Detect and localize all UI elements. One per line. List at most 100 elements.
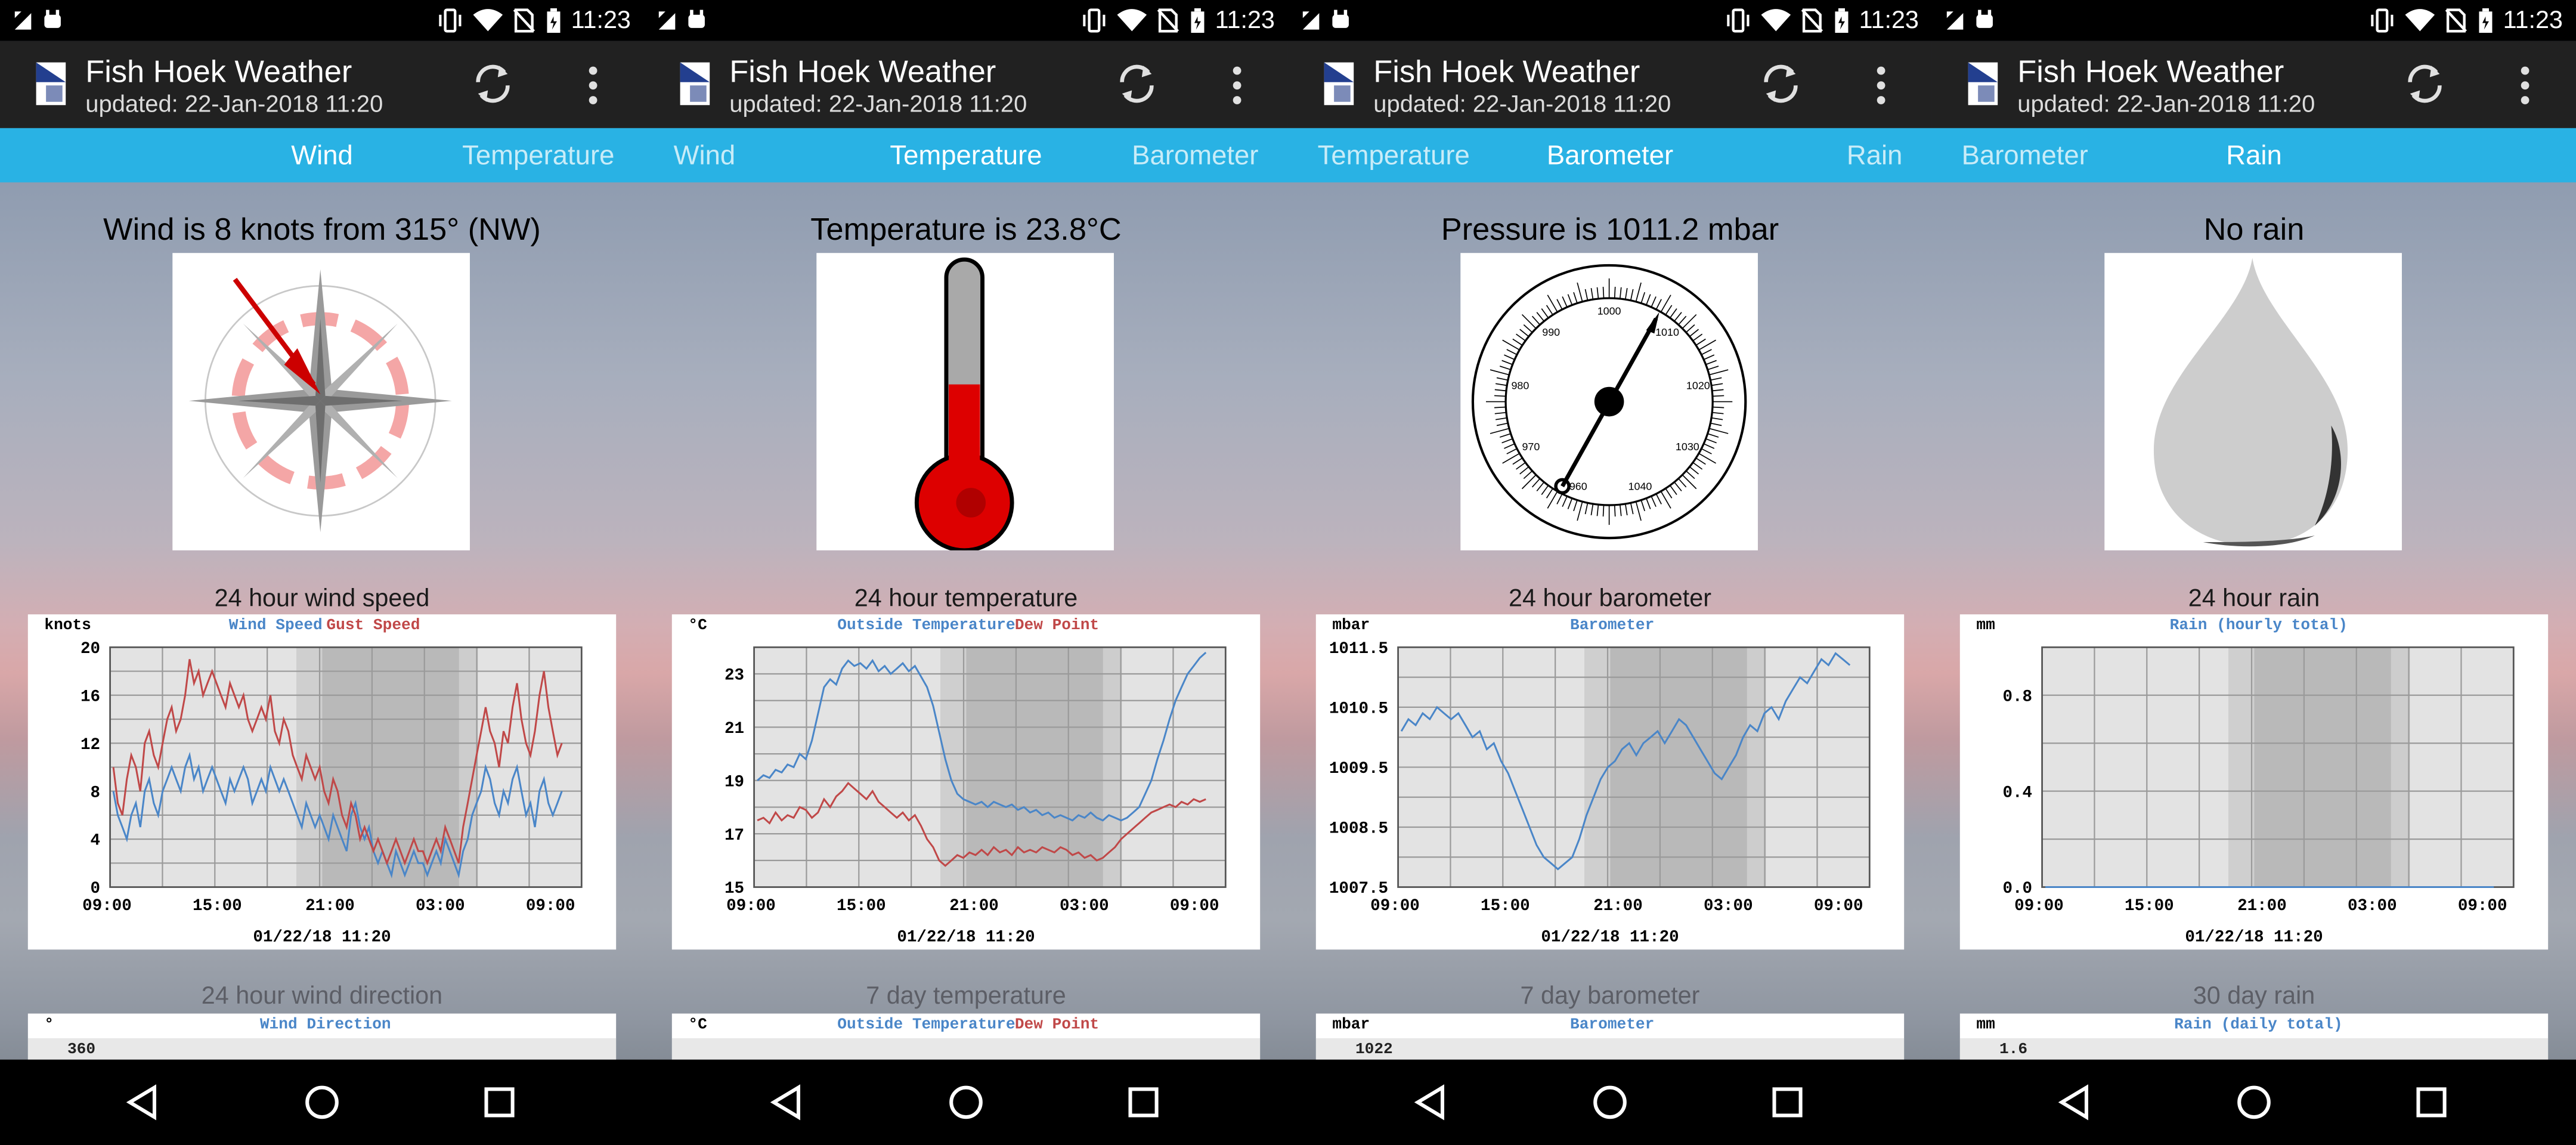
x-tick-label: 15:00 xyxy=(1481,897,1530,915)
back-icon[interactable] xyxy=(1410,1081,1453,1124)
y-tick-label: 8 xyxy=(91,784,101,802)
x-tick-label: 09:00 xyxy=(82,897,132,915)
clock: 11:23 xyxy=(1859,7,1919,35)
status-bar: 11:23 xyxy=(0,0,644,41)
raindrop-icon xyxy=(2153,258,2348,547)
y-tick-label: 1010.5 xyxy=(1329,700,1388,719)
x-tick-label: 21:00 xyxy=(949,897,999,915)
chart-caption: 24 hour temperature xyxy=(854,584,1078,613)
y-tick-label: 1007.5 xyxy=(1329,880,1388,898)
second-chart-caption: 24 hour wind direction xyxy=(201,982,443,1011)
legend-entry: Outside Temperature xyxy=(837,1015,1015,1033)
android-icon xyxy=(44,10,61,28)
second-chart-caption: 7 day temperature xyxy=(866,982,1066,1011)
gauge-tick xyxy=(1494,406,1506,409)
x-tick-label: 21:00 xyxy=(1593,897,1643,915)
x-axis-label: 01/22/18 11:20 xyxy=(897,928,1035,946)
y-tick-label: 1011.5 xyxy=(1329,640,1388,658)
x-axis-label: 01/22/18 11:20 xyxy=(2185,928,2323,946)
notification-icon xyxy=(1302,11,1320,30)
app-logo-icon xyxy=(1324,62,1354,106)
barometer-image: 1000 1010 1020 1030 1040 990 980 970 960 xyxy=(1460,253,1758,550)
gauge-tick xyxy=(1602,286,1605,299)
tab-right[interactable]: Temperature xyxy=(462,141,614,171)
back-icon[interactable] xyxy=(122,1081,165,1124)
home-icon[interactable] xyxy=(2233,1081,2275,1124)
refresh-icon[interactable] xyxy=(1116,63,1159,106)
chart-24h-wind: 0 4 8 12 16 20 09:00 15:00 21:00 03:00 09:00 knots W… xyxy=(27,614,617,950)
battery-icon xyxy=(546,8,560,33)
x-tick-label: 03:00 xyxy=(1060,897,1109,915)
recents-icon[interactable] xyxy=(2410,1081,2453,1124)
current-reading: Temperature is 23.8°C xyxy=(810,213,1122,248)
legend-entry: Dew Point xyxy=(1015,616,1099,634)
unit-label: °C xyxy=(688,616,707,634)
tab-right[interactable]: Rain xyxy=(1847,141,1903,171)
gauge-label: 1040 xyxy=(1628,480,1652,492)
recents-icon[interactable] xyxy=(1122,1081,1165,1124)
y-tick-label: 19 xyxy=(724,773,744,791)
chart-caption: 24 hour rain xyxy=(2188,584,2320,613)
app-logo-icon xyxy=(680,62,710,106)
refresh-icon[interactable] xyxy=(2404,63,2447,106)
barometer-gauge-icon: 1000 1010 1020 1030 1040 990 980 970 960 xyxy=(1471,264,1747,540)
more-options-icon[interactable] xyxy=(583,64,603,107)
legend-entry: Barometer xyxy=(1570,616,1654,634)
battery-icon xyxy=(2478,8,2492,33)
tab-active[interactable]: Rain xyxy=(1932,141,2576,171)
y-tick-label: 1008.5 xyxy=(1329,820,1388,838)
strip-plot-area xyxy=(1315,1038,1905,1060)
legend-entry: Dew Point xyxy=(1015,1015,1099,1033)
x-tick-label: 03:00 xyxy=(1704,897,1753,915)
recents-icon[interactable] xyxy=(1766,1081,1809,1124)
more-options-icon[interactable] xyxy=(1227,64,1247,107)
dawn-band xyxy=(2391,647,2410,887)
y-tick-label: 1.6 xyxy=(1999,1040,2027,1058)
home-icon[interactable] xyxy=(945,1081,987,1124)
no-sim-icon xyxy=(2444,8,2466,33)
y-tick-label: 1022 xyxy=(1355,1040,1393,1058)
android-icon xyxy=(688,10,705,28)
x-tick-label: 09:00 xyxy=(1370,897,1420,915)
compass-rose-icon xyxy=(188,269,452,533)
no-sim-icon xyxy=(1156,8,1178,33)
gauge-label: 1020 xyxy=(1686,380,1710,392)
y-tick-label: 0 xyxy=(91,880,101,898)
app-bar: Fish Hoek Weather updated: 22-Jan-2018 1… xyxy=(0,41,644,128)
back-icon[interactable] xyxy=(766,1081,809,1124)
more-options-icon[interactable] xyxy=(2515,64,2535,107)
strip-plot-area xyxy=(671,1038,1261,1060)
tab-right[interactable]: Barometer xyxy=(1132,141,1258,171)
wifi-icon xyxy=(472,9,502,32)
android-icon xyxy=(1332,10,1349,28)
more-options-icon[interactable] xyxy=(1871,64,1891,107)
y-tick-label: 0.4 xyxy=(2002,784,2032,802)
chart-preview: mm Rain (daily total) 1.6 xyxy=(1959,1013,2549,1060)
tab-bar: Wind Temperature Barometer xyxy=(643,128,1288,182)
gauge-tick xyxy=(1712,406,1724,409)
tab-active[interactable]: Barometer xyxy=(1288,141,1932,171)
back-icon[interactable] xyxy=(2054,1081,2097,1124)
strip-plot-area xyxy=(27,1038,617,1060)
recents-icon[interactable] xyxy=(478,1081,521,1124)
notification-icon xyxy=(1946,11,1964,30)
unit-label: ° xyxy=(44,1015,54,1033)
app-title: Fish Hoek Weather xyxy=(729,55,996,91)
x-axis-label: 01/22/18 11:20 xyxy=(253,928,391,946)
refresh-icon[interactable] xyxy=(1760,63,1803,106)
home-icon[interactable] xyxy=(301,1081,343,1124)
x-tick-label: 15:00 xyxy=(193,897,242,915)
refresh-icon[interactable] xyxy=(472,63,515,106)
clock: 11:23 xyxy=(2503,7,2563,35)
updated-text: updated: 22-Jan-2018 11:20 xyxy=(85,92,383,119)
legend-entry: Wind Direction xyxy=(260,1015,391,1033)
status-bar: 11:23 xyxy=(1287,0,1932,41)
night-band xyxy=(2254,647,2410,887)
home-icon[interactable] xyxy=(1589,1081,1631,1124)
wifi-icon xyxy=(2404,9,2434,32)
screen-temperature: 11:23 Fish Hoek Weather updated: 22-Jan-… xyxy=(643,0,1288,1145)
x-axis-label: 01/22/18 11:20 xyxy=(1541,928,1679,946)
x-tick-label: 09:00 xyxy=(526,897,575,915)
android-icon xyxy=(1976,10,1993,28)
current-reading: Pressure is 1011.2 mbar xyxy=(1441,213,1779,248)
